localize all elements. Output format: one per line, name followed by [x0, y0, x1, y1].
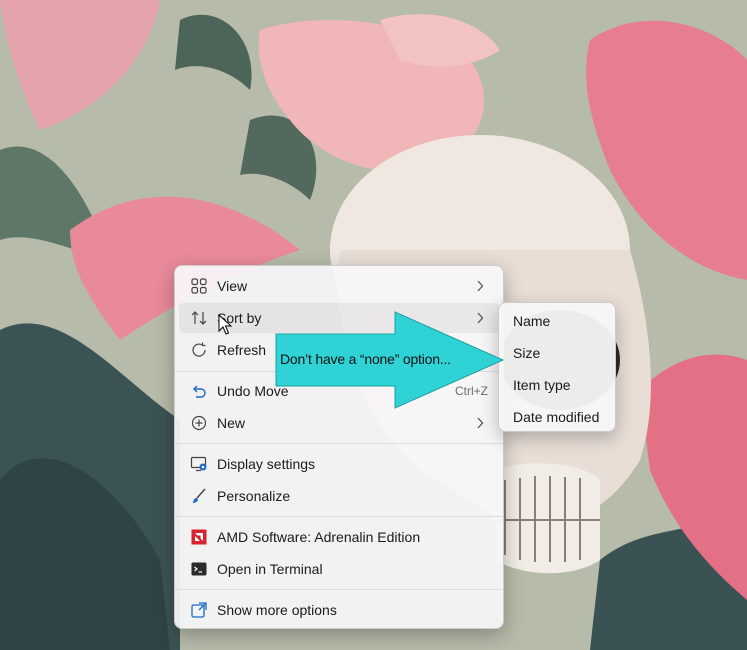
- terminal-icon: [190, 560, 208, 578]
- new-plus-icon: [190, 414, 208, 432]
- refresh-icon: [190, 341, 208, 359]
- menu-item-label: AMD Software: Adrenalin Edition: [217, 529, 421, 545]
- sort-option-label: Item type: [513, 377, 571, 393]
- menu-item-label: View: [217, 278, 248, 294]
- sort-option-label: Name: [513, 313, 551, 329]
- display-settings-icon: [190, 455, 208, 473]
- sort-option-date-modified[interactable]: Date modified: [503, 402, 611, 432]
- personalize-brush-icon: [190, 487, 208, 505]
- undo-icon: [190, 382, 208, 400]
- annotation-callout-arrow: Don’t have a “none” option...: [275, 311, 505, 409]
- annotation-text: Don’t have a “none” option...: [280, 351, 451, 367]
- sort-arrows-icon: [190, 309, 208, 327]
- chevron-right-icon: [475, 416, 485, 430]
- sort-option-name[interactable]: Name: [503, 306, 611, 336]
- menu-item-label: Refresh: [217, 342, 267, 358]
- sort-by-submenu: Name Size Item type Date modified: [498, 302, 616, 432]
- menu-item-label: Display settings: [217, 456, 316, 472]
- sort-option-item-type[interactable]: Item type: [503, 370, 611, 400]
- sort-option-label: Size: [513, 345, 541, 361]
- menu-item-show-more-options[interactable]: Show more options: [179, 595, 499, 625]
- menu-separator: [175, 589, 503, 590]
- chevron-right-icon: [475, 279, 485, 293]
- menu-separator: [175, 516, 503, 517]
- menu-item-view[interactable]: View: [179, 271, 499, 301]
- show-more-icon: [190, 601, 208, 619]
- menu-item-new[interactable]: New: [179, 408, 499, 438]
- amd-logo-icon: [190, 528, 208, 546]
- menu-separator: [175, 443, 503, 444]
- sort-option-label: Date modified: [513, 409, 600, 425]
- menu-item-display-settings[interactable]: Display settings: [179, 449, 499, 479]
- sort-option-size[interactable]: Size: [503, 338, 611, 368]
- mouse-pointer-icon: [218, 314, 232, 336]
- menu-item-personalize[interactable]: Personalize: [179, 481, 499, 511]
- view-grid-icon: [190, 277, 208, 295]
- menu-item-label: Personalize: [217, 488, 291, 504]
- menu-item-open-in-terminal[interactable]: Open in Terminal: [179, 554, 499, 584]
- menu-item-label: Open in Terminal: [217, 561, 323, 577]
- menu-item-amd-software[interactable]: AMD Software: Adrenalin Edition: [179, 522, 499, 552]
- menu-item-label: New: [217, 415, 246, 431]
- menu-item-label: Show more options: [217, 602, 337, 618]
